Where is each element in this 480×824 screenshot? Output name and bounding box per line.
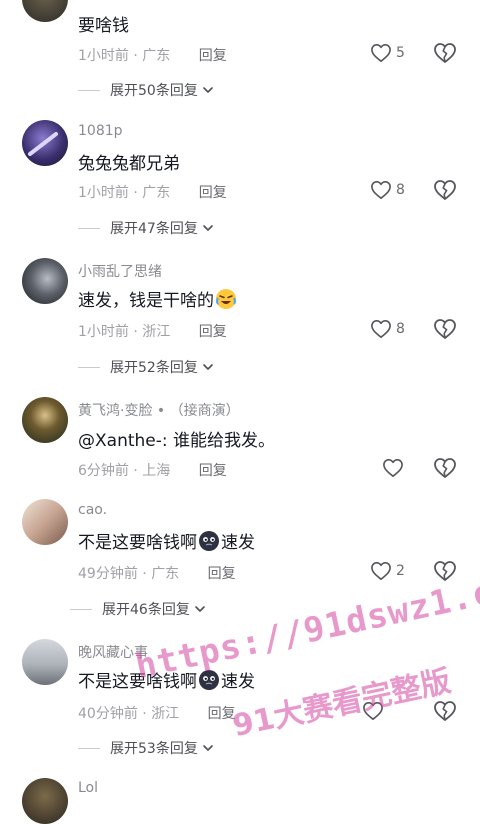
avatar[interactable]	[22, 397, 68, 443]
dislike-button[interactable]	[433, 318, 457, 344]
comment-username[interactable]: 黄飞鸿·变脸 • （接商演）	[78, 400, 240, 420]
comment-meta: 40分钟前 · 浙江 回复	[78, 706, 236, 722]
comment-username[interactable]: 1081p	[78, 123, 123, 139]
avatar[interactable]	[22, 499, 68, 545]
comment-username[interactable]: cao.	[78, 502, 107, 518]
reply-button[interactable]: 回复	[199, 48, 227, 64]
like-count: 2	[396, 563, 405, 579]
broken-heart-icon	[433, 700, 457, 722]
dislike-button[interactable]	[433, 42, 457, 68]
chevron-down-icon	[202, 742, 214, 754]
broken-heart-icon	[433, 42, 457, 64]
avatar[interactable]	[22, 639, 68, 685]
comment-text: @Xanthe-: 谁能给我发。	[78, 431, 276, 451]
like-button[interactable]: 8	[370, 180, 405, 200]
broken-heart-icon	[433, 179, 457, 201]
chevron-down-icon	[202, 222, 214, 234]
avatar[interactable]	[22, 258, 68, 304]
reply-button[interactable]: 回复	[199, 463, 227, 479]
divider	[78, 366, 100, 368]
dislike-button[interactable]	[433, 457, 457, 483]
expand-replies-label: 展开46条回复	[102, 602, 190, 618]
watermark-text: 91大赛看完整版	[229, 663, 454, 745]
crying-laughing-emoji-icon	[216, 288, 236, 309]
comment-text: 不是这要啥钱啊 速发	[78, 528, 255, 553]
like-count: 8	[396, 321, 405, 337]
dark-blob-emoji-icon	[199, 530, 219, 551]
comment-meta: 1小时前 · 浙江 回复	[78, 324, 227, 340]
avatar[interactable]	[22, 0, 68, 22]
divider	[70, 608, 92, 610]
heart-outline-icon	[370, 43, 392, 63]
reply-button[interactable]: 回复	[208, 566, 236, 582]
heart-outline-icon	[370, 319, 392, 339]
comment-username[interactable]: 小雨乱了思绪	[78, 261, 162, 281]
heart-outline-icon	[370, 561, 392, 581]
like-button[interactable]: 2	[370, 561, 405, 581]
comment-meta: 1小时前 · 广东 回复	[78, 48, 227, 64]
like-button[interactable]: 5	[370, 43, 405, 63]
comment-text: 兔兔兔都兄弟	[78, 154, 180, 174]
like-count: 5	[396, 45, 405, 61]
like-count: 8	[396, 182, 405, 198]
expand-replies-button[interactable]: 展开50条回复	[78, 80, 214, 100]
like-button[interactable]	[382, 458, 404, 478]
expand-replies-button[interactable]: 展开53条回复	[78, 738, 214, 758]
like-button[interactable]: 8	[370, 319, 405, 339]
comment-text: 速发，钱是干啥的	[78, 286, 238, 311]
comment-text: 要啥钱	[78, 16, 129, 36]
broken-heart-icon	[433, 318, 457, 340]
expand-replies-label: 展开53条回复	[110, 741, 198, 757]
comment-username[interactable]: Lol	[78, 780, 98, 796]
avatar[interactable]	[22, 120, 68, 166]
reply-button[interactable]: 回复	[199, 324, 227, 340]
comment-meta: 1小时前 · 广东 回复	[78, 185, 227, 201]
chevron-down-icon	[202, 84, 214, 96]
expand-replies-button[interactable]: 展开52条回复	[78, 357, 214, 377]
divider	[78, 227, 100, 229]
comment-meta: 49分钟前 · 广东 回复	[78, 566, 236, 582]
heart-outline-icon	[382, 458, 404, 478]
reply-button[interactable]: 回复	[199, 185, 227, 201]
divider	[78, 747, 100, 749]
expand-replies-label: 展开50条回复	[110, 83, 198, 99]
expand-replies-label: 展开47条回复	[110, 221, 198, 237]
avatar[interactable]	[22, 778, 68, 824]
heart-outline-icon	[370, 180, 392, 200]
expand-replies-button[interactable]: 展开46条回复	[70, 599, 206, 619]
expand-replies-label: 展开52条回复	[110, 360, 198, 376]
expand-replies-button[interactable]: 展开47条回复	[78, 218, 214, 238]
comment-meta: 6分钟前 · 上海 回复	[78, 463, 227, 479]
chevron-down-icon	[202, 361, 214, 373]
broken-heart-icon	[433, 457, 457, 479]
divider	[78, 89, 100, 91]
dislike-button[interactable]	[433, 179, 457, 205]
dislike-button[interactable]	[433, 700, 457, 726]
chevron-down-icon	[194, 603, 206, 615]
